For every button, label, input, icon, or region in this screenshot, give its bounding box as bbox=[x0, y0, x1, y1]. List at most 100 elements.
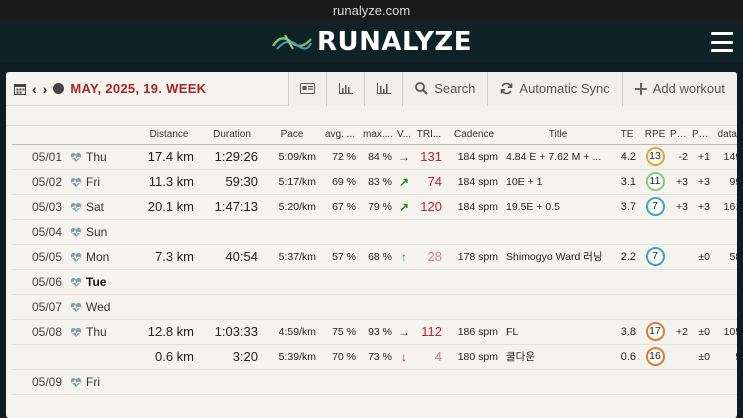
pc2-cell: ±0 bbox=[692, 319, 714, 345]
avg-hr-cell-value: 75 % bbox=[332, 325, 356, 338]
stats-chart-view-button[interactable] bbox=[364, 72, 403, 106]
avg-hr-cell: 75 % bbox=[320, 319, 360, 345]
header-title[interactable]: Title bbox=[502, 126, 614, 145]
calendar-panel: ‹ › MAY, 2025, 19. WEEK Search Automatic… bbox=[6, 72, 737, 418]
duration-cell-value: 59:30 bbox=[225, 174, 258, 189]
title-cell[interactable]: Shimogyo Ward 러닝 bbox=[502, 243, 614, 270]
te-cell-value: 3.7 bbox=[620, 200, 636, 213]
header-duration[interactable]: Duration bbox=[200, 126, 264, 145]
pc1-cell: +3 bbox=[670, 194, 692, 220]
header-cadence[interactable]: Cadence bbox=[446, 126, 502, 145]
pc2-cell: ±0 bbox=[692, 243, 714, 270]
date-cell-value: 05/05 bbox=[31, 249, 62, 264]
table-row[interactable]: 0.6 km 3:20 5:39/km 70 % 73 % ↓ 4 180 spm 쿨다운 0.6… bbox=[12, 344, 737, 370]
table-row[interactable]: 05/06 Tue bbox=[12, 269, 737, 295]
trimp-cell: 112 bbox=[412, 319, 446, 345]
browser-url-bar[interactable]: runalyze.com bbox=[0, 0, 743, 22]
chevron-left-icon[interactable]: ‹ bbox=[32, 81, 37, 97]
header-pc2[interactable]: PC... bbox=[692, 126, 714, 145]
duration-cell-value: 1:03:33 bbox=[214, 324, 258, 339]
title-cell[interactable] bbox=[502, 369, 614, 395]
hamburger-menu-icon[interactable] bbox=[711, 32, 733, 52]
date-cell-value: 05/03 bbox=[31, 199, 62, 214]
title-cell-value: 4.84 E + 7.62 M + ... bbox=[506, 150, 602, 163]
cadence-cell bbox=[446, 369, 502, 395]
title-cell[interactable]: 10E + 1 bbox=[502, 169, 614, 195]
runalyze-logo[interactable]: RUNALYZE bbox=[271, 27, 472, 57]
header-dataset[interactable]: dataset.... bbox=[714, 126, 737, 145]
id-card-icon bbox=[300, 83, 316, 94]
header-pace[interactable]: Pace bbox=[264, 126, 320, 145]
day-cell: Thu bbox=[68, 319, 138, 345]
pc1-cell: +3 bbox=[670, 169, 692, 195]
rpe-badge: 13 bbox=[645, 147, 665, 166]
te-cell bbox=[614, 219, 640, 245]
dataset-cell: 1058 ml bbox=[714, 319, 737, 345]
chevron-right-icon[interactable]: › bbox=[43, 81, 48, 97]
rpe-cell: 7 bbox=[640, 243, 670, 270]
title-cell[interactable]: 쿨다운 bbox=[502, 344, 614, 370]
distance-cell-value: 7.3 km bbox=[154, 249, 194, 264]
table-row[interactable]: 05/05 Mon 7.3 km 40:54 5:37/km 57 % 68 % ↑ 28 178… bbox=[12, 243, 737, 270]
avg-hr-cell: 72 % bbox=[320, 144, 360, 170]
header-te[interactable]: TE bbox=[614, 126, 640, 145]
header-pc1[interactable]: PC... bbox=[670, 126, 692, 145]
date-cell-value: 05/04 bbox=[31, 224, 62, 239]
title-cell[interactable] bbox=[502, 219, 614, 245]
header-trimp[interactable]: TRI... bbox=[412, 126, 446, 145]
cadence-cell-value: 184 spm bbox=[457, 200, 498, 213]
duration-cell-value: 1:29:26 bbox=[214, 149, 258, 164]
date-cell-value: 05/01 bbox=[31, 149, 62, 164]
avg-hr-cell-value: 57 % bbox=[332, 250, 356, 263]
current-period-dot-icon[interactable] bbox=[53, 83, 65, 94]
pc1-cell: +2 bbox=[670, 319, 692, 345]
title-cell[interactable]: 19.5E + 0.5 bbox=[502, 194, 614, 220]
bar-chart-icon bbox=[338, 83, 353, 94]
avg-hr-cell-value: 67 % bbox=[332, 200, 356, 213]
heart-rate-icon bbox=[70, 227, 82, 238]
pc2-cell-value: +3 bbox=[698, 200, 710, 213]
table-row[interactable]: 05/04 Sun bbox=[12, 219, 737, 245]
table-row[interactable]: 05/01 Thu 17.4 km 1:29:26 5:09/km 72 % 84 % → 13… bbox=[12, 144, 737, 170]
arrow-down-icon: ↓ bbox=[401, 349, 407, 364]
automatic-sync-button[interactable]: Automatic Sync bbox=[487, 72, 622, 106]
header-rpe[interactable]: RPE bbox=[640, 126, 670, 145]
duration-cell: 3:20 bbox=[200, 344, 264, 370]
rpe-cell: 11 bbox=[640, 169, 670, 195]
rpe-badge: 16 bbox=[645, 347, 665, 366]
te-cell: 2.2 bbox=[614, 243, 640, 270]
calendar-icon[interactable] bbox=[14, 83, 26, 95]
heart-rate-icon bbox=[70, 302, 82, 313]
duration-cell bbox=[200, 269, 264, 295]
pace-cell: 5:39/km bbox=[264, 344, 320, 370]
table-row[interactable]: 05/08 Thu 12.8 km 1:03:33 4:59/km 75 % 93 % → 11… bbox=[12, 319, 737, 345]
header-max-hr[interactable]: max.... bbox=[360, 126, 396, 145]
table-row[interactable]: 05/03 Sat 20.1 km 1:47:13 5:20/km 67 % 79 % ↗ 12… bbox=[12, 194, 737, 220]
table-row[interactable]: 05/07 Wed bbox=[12, 294, 737, 320]
max-hr-cell-value: 83 % bbox=[368, 175, 392, 188]
period-title: MAY, 2025, 19. WEEK bbox=[70, 81, 207, 96]
id-card-view-button[interactable] bbox=[288, 72, 327, 106]
title-cell[interactable] bbox=[502, 294, 614, 320]
header-v[interactable]: V... bbox=[396, 126, 412, 145]
title-cell[interactable]: FL bbox=[502, 319, 614, 345]
distance-cell-value: 20.1 km bbox=[147, 199, 194, 214]
title-cell[interactable] bbox=[502, 269, 614, 295]
pc2-cell-value: +1 bbox=[698, 150, 710, 163]
table-row[interactable]: 05/02 Fri 11.3 km 59:30 5:17/km 69 % 83 % ↗ 74 18… bbox=[12, 169, 737, 195]
bar-chart-view-button[interactable] bbox=[326, 72, 365, 106]
vo2-trend-cell: ↗ bbox=[396, 169, 412, 195]
header-distance[interactable]: Distance bbox=[138, 126, 200, 145]
te-cell-value: 4.2 bbox=[620, 150, 636, 163]
sync-icon bbox=[501, 82, 513, 95]
header-day bbox=[68, 126, 138, 145]
dataset-cell: 586 ml bbox=[714, 243, 737, 270]
title-cell[interactable]: 4.84 E + 7.62 M + ... bbox=[502, 144, 614, 170]
pc2-cell bbox=[692, 219, 714, 245]
max-hr-cell bbox=[360, 294, 396, 320]
search-button[interactable]: Search bbox=[402, 72, 488, 106]
day-cell: Fri bbox=[68, 169, 138, 195]
header-avg-hr[interactable]: avg. ... bbox=[320, 126, 360, 145]
table-row[interactable]: 05/09 Fri bbox=[12, 369, 737, 395]
add-workout-button[interactable]: Add workout bbox=[621, 72, 737, 106]
